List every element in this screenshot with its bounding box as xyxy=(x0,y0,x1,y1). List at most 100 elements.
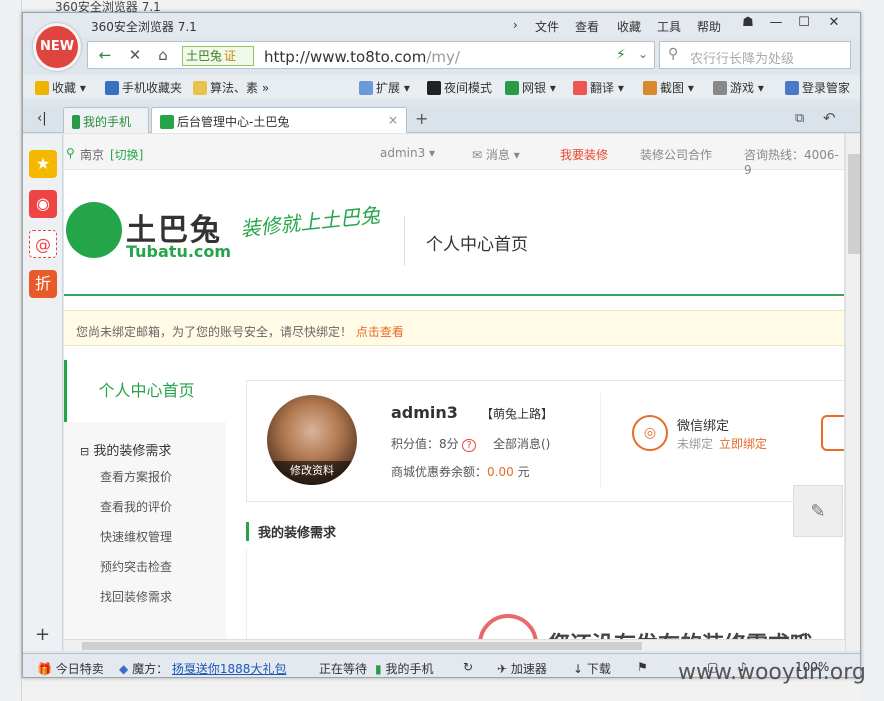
bookmark-screenshot[interactable]: 截图 ▾ xyxy=(643,79,694,96)
address-bar[interactable]: ← ✕ ⌂ 土巴兔证 http://www.to8to.com/my/ ⚡ ⌄ xyxy=(87,41,655,69)
wechat-bind-link[interactable]: 立即绑定 xyxy=(719,437,767,451)
mail-icon[interactable]: @ xyxy=(29,230,57,258)
profile-username: admin3 xyxy=(391,403,458,422)
nav-item-inspection[interactable]: 预约突击检查 xyxy=(100,558,172,575)
nav-item-reviews[interactable]: 查看我的评价 xyxy=(100,498,172,515)
nav-item-recover[interactable]: 找回装修需求 xyxy=(100,588,172,605)
user-menu[interactable]: admin3 ▾ xyxy=(380,146,435,160)
restore-tab-icon[interactable]: ↶ xyxy=(823,109,836,127)
horizontal-scroll-thumb[interactable] xyxy=(82,642,642,650)
tab-scroll-left-icon[interactable]: ‹| xyxy=(37,111,47,126)
wechat-icon[interactable]: ◎ xyxy=(632,415,668,451)
today-deals[interactable]: 🎁 今日特卖 xyxy=(37,660,104,677)
company-coop-link[interactable]: 装修公司合作 xyxy=(640,146,712,163)
status-refresh-icon[interactable]: ↻ xyxy=(463,660,473,674)
wechat-bind-title: 微信绑定 xyxy=(677,419,730,434)
menu-help[interactable]: 帮助 xyxy=(697,18,721,35)
loading-status: 正在等待 xyxy=(319,662,368,676)
site-identity-badge[interactable]: 土巴兔证 xyxy=(182,46,254,66)
window-title: 360安全浏览器 7.1 xyxy=(91,20,197,34)
security-shield-icon[interactable]: ⚡ xyxy=(616,47,626,63)
bookmark-label: 手机收藏夹 xyxy=(122,81,183,95)
close-tab-icon[interactable]: × xyxy=(388,113,398,127)
close-button[interactable]: ✕ xyxy=(821,15,847,33)
page-title: 个人中心首页 xyxy=(426,235,528,255)
site-topbar: ⚲ 南京 [切换] admin3 ▾ ✉ 消息 ▾ 我要装修 装修公司合作 咨询… xyxy=(64,134,844,177)
promo-link[interactable]: 扬戛送你1888大礼包 xyxy=(172,662,287,676)
city-label: 南京 xyxy=(80,148,105,162)
horizontal-scrollbar[interactable] xyxy=(64,639,845,651)
switch-city-link[interactable]: [切换] xyxy=(110,146,143,163)
bookmark-mobile[interactable]: 手机收藏夹 xyxy=(105,79,182,96)
phone-bind-icon[interactable] xyxy=(821,415,844,451)
bookmark-label: 翻译 xyxy=(590,81,615,95)
new-logo-badge[interactable]: NEW xyxy=(33,23,81,71)
nav-item-quotes[interactable]: 查看方案报价 xyxy=(100,468,172,485)
bookmark-translate[interactable]: 翻译 ▾ xyxy=(573,79,624,96)
address-bar-row: ← ✕ ⌂ 土巴兔证 http://www.to8to.com/my/ ⚡ ⌄ … xyxy=(87,41,857,71)
maximize-button[interactable]: ☐ xyxy=(791,15,817,33)
bookmark-extensions[interactable]: 扩展 ▾ xyxy=(359,79,410,96)
notice-link[interactable]: 点击查看 xyxy=(356,325,404,339)
bookmark-algo[interactable]: 算法、素 » xyxy=(193,79,269,96)
star-icon[interactable]: ★ xyxy=(29,150,57,178)
menu-expand-icon[interactable]: › xyxy=(513,18,518,32)
avatar[interactable]: 修改资料 xyxy=(267,395,357,485)
add-sidebar-icon[interactable]: + xyxy=(35,624,50,645)
today-label: 今日特卖 xyxy=(55,662,104,676)
decorate-link[interactable]: 我要装修 xyxy=(560,146,608,163)
new-tab-button[interactable]: + xyxy=(415,109,428,128)
edit-pencil-icon[interactable]: ✎ xyxy=(793,485,843,537)
nav-home[interactable]: 个人中心首页 xyxy=(64,360,226,422)
discount-icon[interactable]: 折 xyxy=(29,270,57,298)
messages-menu[interactable]: ✉ 消息 ▾ xyxy=(472,146,520,163)
section-title: 我的装修需求 xyxy=(246,522,336,541)
menu-favorites[interactable]: 收藏 xyxy=(617,18,641,35)
status-flag-icon[interactable]: ⚑ xyxy=(637,660,648,674)
bookmark-night-mode[interactable]: 夜间模式 xyxy=(427,79,492,96)
profile-divider xyxy=(600,393,601,489)
vertical-scroll-thumb[interactable] xyxy=(848,154,860,254)
tab-list-icon[interactable]: ⧉ xyxy=(795,111,804,126)
status-download[interactable]: ↓ 下载 xyxy=(573,660,611,677)
menu-view[interactable]: 查看 xyxy=(575,18,599,35)
minimize-button[interactable]: — xyxy=(763,15,789,33)
left-sidebar: ★ ◉ @ 折 + xyxy=(23,134,63,651)
rabbit-logo-icon[interactable] xyxy=(66,202,122,258)
url-text[interactable]: http://www.to8to.com/my/ xyxy=(264,48,460,66)
home-icon[interactable]: ⌂ xyxy=(152,46,174,66)
profile-card: 修改资料 admin3 【萌兔上路】 积分值：8分 ? 全部消息() 商城优惠券… xyxy=(246,380,844,502)
bookmark-label: 夜间模式 xyxy=(444,81,493,95)
status-phone-label: 我的手机 xyxy=(385,662,434,676)
skin-button[interactable]: ☗ xyxy=(735,15,761,33)
menu-file[interactable]: 文件 xyxy=(535,18,559,35)
weibo-icon[interactable]: ◉ xyxy=(29,190,57,218)
status-my-phone[interactable]: ▮ 我的手机 xyxy=(375,660,433,677)
points-value: 积分值：8分 ? xyxy=(391,435,476,452)
tab-tubatu-admin[interactable]: 后台管理中心-土巴兔 × xyxy=(151,107,407,133)
mofang[interactable]: ◆ 魔方： 扬戛送你1888大礼包 xyxy=(119,660,286,677)
bookmark-bank[interactable]: 网银 ▾ xyxy=(505,79,556,96)
back-arrow-icon[interactable]: ← xyxy=(94,46,116,66)
vertical-scrollbar[interactable] xyxy=(845,134,860,651)
bookmark-favorites[interactable]: 收藏 ▾ xyxy=(35,79,86,96)
chevron-down-icon[interactable]: ⌄ xyxy=(638,47,648,61)
nav-section-header[interactable]: ⊟ 我的装修需求 xyxy=(80,440,171,459)
tab-label: 我的手机 xyxy=(83,115,132,129)
tab-my-phone[interactable]: 我的手机 xyxy=(63,107,149,133)
coupon-unit: 元 xyxy=(517,465,530,479)
background-sidebar xyxy=(0,0,22,701)
folder-icon xyxy=(193,81,207,95)
menu-tools[interactable]: 工具 xyxy=(657,18,681,35)
help-icon[interactable]: ? xyxy=(462,439,476,452)
nav-item-rights[interactable]: 快速维权管理 xyxy=(100,528,172,545)
bookmark-login-manager[interactable]: 登录管家 xyxy=(785,79,850,96)
brand-domain: Tubatu.com xyxy=(126,242,232,261)
bookmark-games[interactable]: 游戏 ▾ xyxy=(713,79,764,96)
search-box[interactable]: ⚲ 农行行长降为处级 xyxy=(659,41,851,69)
stop-icon[interactable]: ✕ xyxy=(124,46,146,66)
status-accelerator[interactable]: ✈ 加速器 xyxy=(497,660,547,677)
all-messages-link[interactable]: 全部消息() xyxy=(493,435,550,452)
edit-profile-button[interactable]: 修改资料 xyxy=(267,461,357,485)
phone-icon xyxy=(72,115,80,129)
